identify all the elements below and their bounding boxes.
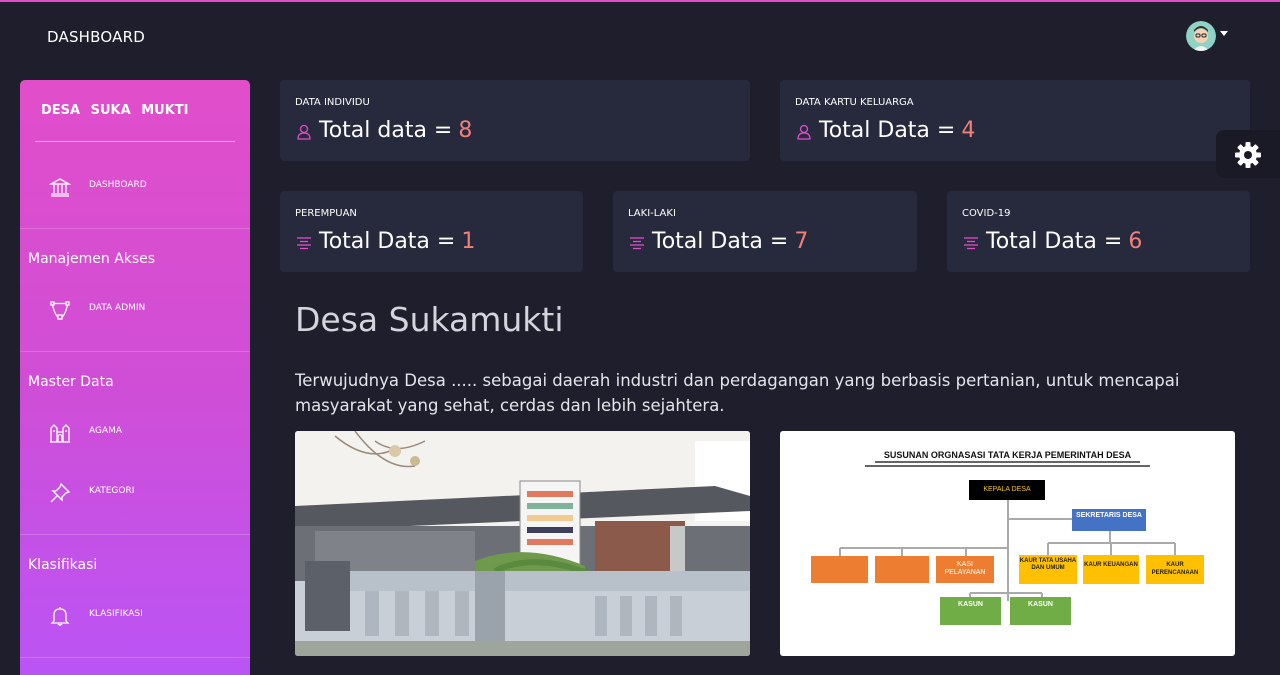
card-title-text: Total Data = [986, 229, 1123, 254]
org-box-kasun: KASUN [1010, 597, 1071, 625]
top-navbar: DASHBOARD [0, 2, 1280, 72]
sidebar-title[interactable]: DESA SUKA MUKTI [41, 103, 188, 118]
org-box-kasi [875, 556, 929, 583]
card-title: Total data = 8 [295, 118, 472, 143]
org-box-kasi-pelayanan: KASI PELAYANAN [936, 556, 994, 583]
sidebar-item-kategori[interactable]: KATEGORI [20, 473, 250, 513]
card-category: PEREMPUAN [295, 208, 357, 219]
sidebar-item-klasifikasi[interactable]: KLASIFIKASI [20, 596, 250, 636]
sidebar-divider [20, 228, 250, 229]
navbar-brand[interactable]: DASHBOARD [47, 28, 145, 46]
user-menu-toggle[interactable] [1186, 21, 1228, 51]
section-klasifikasi: Klasifikasi [28, 557, 98, 573]
settings-button[interactable] [1216, 130, 1280, 178]
sidebar-item-dashboard[interactable]: DASHBOARD [20, 167, 250, 207]
building-icon [49, 422, 71, 444]
vector-path-icon [49, 299, 71, 321]
bell-icon [49, 605, 71, 627]
card-title: Total Data = 6 [962, 229, 1142, 254]
card-title: Total Data = 4 [795, 118, 975, 143]
avatar-icon[interactable] [1186, 21, 1216, 51]
card-category: DATA KARTU KELUARGA [795, 97, 914, 108]
sidebar-item-agama[interactable]: AGAMA [20, 413, 250, 453]
card-title-text: Total data = [319, 118, 453, 143]
card-title: Total Data = 1 [295, 229, 475, 254]
gear-icon[interactable] [1233, 140, 1263, 170]
section-manajemen-akses: Manajemen Akses [28, 251, 156, 267]
org-box-kasun: KASUN [940, 597, 1001, 625]
card-title-text: Total Data = [319, 229, 456, 254]
stat-card-data-individu: DATA INDIVIDU Total data = 8 [280, 80, 750, 161]
card-value: 4 [961, 118, 976, 143]
organization-chart: SUSUNAN ORGNASASI TATA KERJA PEMERINTAH … [780, 431, 1235, 656]
org-box-kasi [811, 556, 868, 583]
card-value: 8 [458, 118, 473, 143]
card-title-text: Total Data = [652, 229, 789, 254]
sidebar-title-divider [35, 141, 235, 142]
sidebar-divider [20, 351, 250, 352]
org-box-kaur-tata-usaha: KAUR TATA USAHA DAN UMUM [1019, 555, 1077, 584]
card-title: Total Data = 7 [628, 229, 808, 254]
bank-icon [48, 176, 72, 198]
org-box-kepala-desa: KEPALA DESA [969, 480, 1045, 500]
align-center-icon [628, 233, 646, 251]
user-icon [795, 122, 813, 140]
sidebar-item-label: DATA ADMIN [89, 303, 146, 313]
align-center-icon [295, 233, 313, 251]
stat-card-laki-laki: LAKI-LAKI Total Data = 7 [613, 191, 917, 272]
pin-icon [49, 482, 71, 504]
org-box-kaur-perencanaan: KAUR PERENCANAAN [1146, 555, 1204, 584]
stat-card-perempuan: PEREMPUAN Total Data = 1 [280, 191, 583, 272]
sidebar: DESA SUKA MUKTI DASHBOARD Manajemen Akse… [20, 80, 250, 675]
card-value: 6 [1128, 229, 1143, 254]
page-heading: Desa Sukamukti [295, 300, 564, 339]
card-value: 1 [461, 229, 476, 254]
sidebar-divider [20, 657, 250, 658]
sidebar-item-label: KLASIFIKASI [89, 609, 143, 619]
sidebar-divider [20, 534, 250, 535]
sidebar-item-label: DASHBOARD [89, 180, 147, 190]
village-office-photo [295, 431, 750, 656]
stat-card-kartu-keluarga: DATA KARTU KELUARGA Total Data = 4 [780, 80, 1250, 161]
page-description: Terwujudnya Desa ..... sebagai daerah in… [295, 371, 1180, 415]
sidebar-item-label: KATEGORI [89, 486, 135, 496]
card-value: 7 [794, 229, 809, 254]
sidebar-item-label: AGAMA [89, 426, 123, 436]
user-icon [295, 122, 313, 140]
stat-card-covid-19: COVID-19 Total Data = 6 [947, 191, 1250, 272]
card-category: COVID-19 [962, 208, 1011, 219]
org-box-kaur-keuangan: KAUR KEUANGAN [1083, 555, 1139, 584]
org-box-sekretaris: SEKRETARIS DESA [1072, 509, 1146, 531]
align-center-icon [962, 233, 980, 251]
sidebar-item-data-admin[interactable]: DATA ADMIN [20, 290, 250, 330]
card-category: DATA INDIVIDU [295, 97, 370, 108]
section-master-data: Master Data [28, 374, 114, 390]
chevron-down-icon[interactable] [1220, 30, 1228, 36]
card-title-text: Total Data = [819, 118, 956, 143]
card-category: LAKI-LAKI [628, 208, 676, 219]
